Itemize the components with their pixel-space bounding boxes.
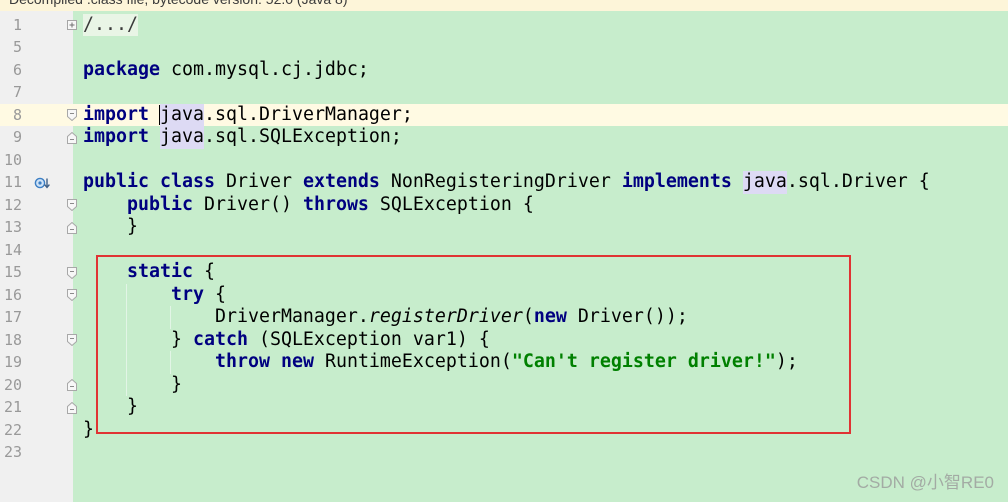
- line-number[interactable]: 5: [0, 36, 22, 59]
- code-text: Driver: [214, 171, 303, 193]
- line-number-column: 1 5 6 7 8 9 10 11 12 13 14 15 16 17 18 19 20 21 22 23: [0, 14, 22, 464]
- ide-editor-window: Decompiled .class file, bytecode version…: [0, 0, 1008, 502]
- keyword-token: extends: [302, 171, 380, 193]
- code-line[interactable]: package com.mysql.cj.jdbc;: [83, 59, 930, 82]
- csdn-watermark: CSDN @小智RE0: [856, 473, 994, 492]
- code-line[interactable]: public class Driver extends NonRegisteri…: [83, 171, 930, 194]
- keyword-token: import: [83, 103, 149, 125]
- decompiled-file-banner: Decompiled .class file, bytecode version…: [0, 0, 1008, 11]
- keyword-token: class: [159, 171, 215, 193]
- keyword-token: public: [83, 171, 149, 193]
- code-line[interactable]: [83, 149, 930, 172]
- fold-end-icon[interactable]: [67, 401, 77, 414]
- line-number[interactable]: 18: [0, 329, 22, 352]
- line-number[interactable]: 8: [0, 104, 22, 127]
- code-line[interactable]: [83, 36, 930, 59]
- keyword-token: public: [127, 193, 193, 215]
- fold-end-icon[interactable]: [67, 131, 77, 144]
- code-line[interactable]: /.../: [83, 13, 930, 37]
- line-number[interactable]: 21: [0, 396, 22, 419]
- code-text: Driver(): [192, 193, 303, 215]
- code-text: NonRegisteringDriver: [379, 171, 622, 193]
- keyword-token: implements: [621, 171, 732, 193]
- line-number[interactable]: 12: [0, 194, 22, 217]
- line-number[interactable]: 23: [0, 441, 22, 464]
- keyword-token: throws: [302, 193, 369, 215]
- banner-text: Decompiled .class file, bytecode version…: [9, 0, 348, 8]
- code-text: SQLException {: [368, 193, 534, 215]
- code-line[interactable]: import java.sql.SQLException;: [83, 126, 930, 149]
- highlighted-identifier: java: [159, 126, 204, 149]
- code-line[interactable]: import java.sql.DriverManager;: [83, 103, 930, 127]
- fold-end-icon[interactable]: [67, 221, 77, 234]
- line-number[interactable]: 1: [0, 14, 22, 37]
- code-line[interactable]: public Driver() throws SQLException {: [83, 194, 930, 217]
- code-text: }: [83, 418, 94, 440]
- fold-start-icon[interactable]: [67, 334, 77, 347]
- code-text: com.mysql.cj.jdbc;: [159, 58, 369, 80]
- line-number[interactable]: 11: [0, 171, 22, 194]
- line-number[interactable]: 7: [0, 81, 22, 104]
- code-line[interactable]: [83, 441, 930, 464]
- line-number[interactable]: 6: [0, 59, 22, 82]
- implements-icon[interactable]: [34, 175, 52, 191]
- line-number[interactable]: 15: [0, 261, 22, 284]
- fold-start-icon[interactable]: [67, 289, 77, 302]
- line-number[interactable]: 19: [0, 351, 22, 374]
- code-text: .sql.SQLException;: [203, 126, 402, 148]
- line-number[interactable]: 22: [0, 419, 22, 442]
- code-line[interactable]: [83, 81, 930, 104]
- code-text: }: [83, 216, 138, 238]
- fold-start-icon[interactable]: [67, 199, 77, 212]
- fold-start-icon[interactable]: [67, 266, 77, 279]
- line-number[interactable]: 13: [0, 216, 22, 239]
- line-number[interactable]: 14: [0, 239, 22, 262]
- highlighted-identifier: java: [159, 103, 204, 127]
- keyword-token: package: [83, 58, 160, 80]
- line-number[interactable]: 17: [0, 306, 22, 329]
- line-number[interactable]: 16: [0, 284, 22, 307]
- line-number[interactable]: 10: [0, 149, 22, 172]
- annotation-box: [96, 255, 851, 434]
- line-number[interactable]: 9: [0, 126, 22, 149]
- line-number[interactable]: 20: [0, 374, 22, 397]
- fold-end-icon[interactable]: [67, 378, 77, 391]
- code-text: .sql.DriverManager;: [203, 103, 413, 125]
- keyword-token: import: [83, 126, 149, 148]
- highlighted-identifier: java: [742, 171, 787, 194]
- code-text: .sql.Driver {: [786, 171, 930, 193]
- code-line[interactable]: }: [83, 216, 930, 239]
- fold-collapsed-icon[interactable]: [67, 19, 77, 31]
- fold-start-icon[interactable]: [67, 109, 77, 122]
- folded-region[interactable]: /.../: [83, 13, 138, 37]
